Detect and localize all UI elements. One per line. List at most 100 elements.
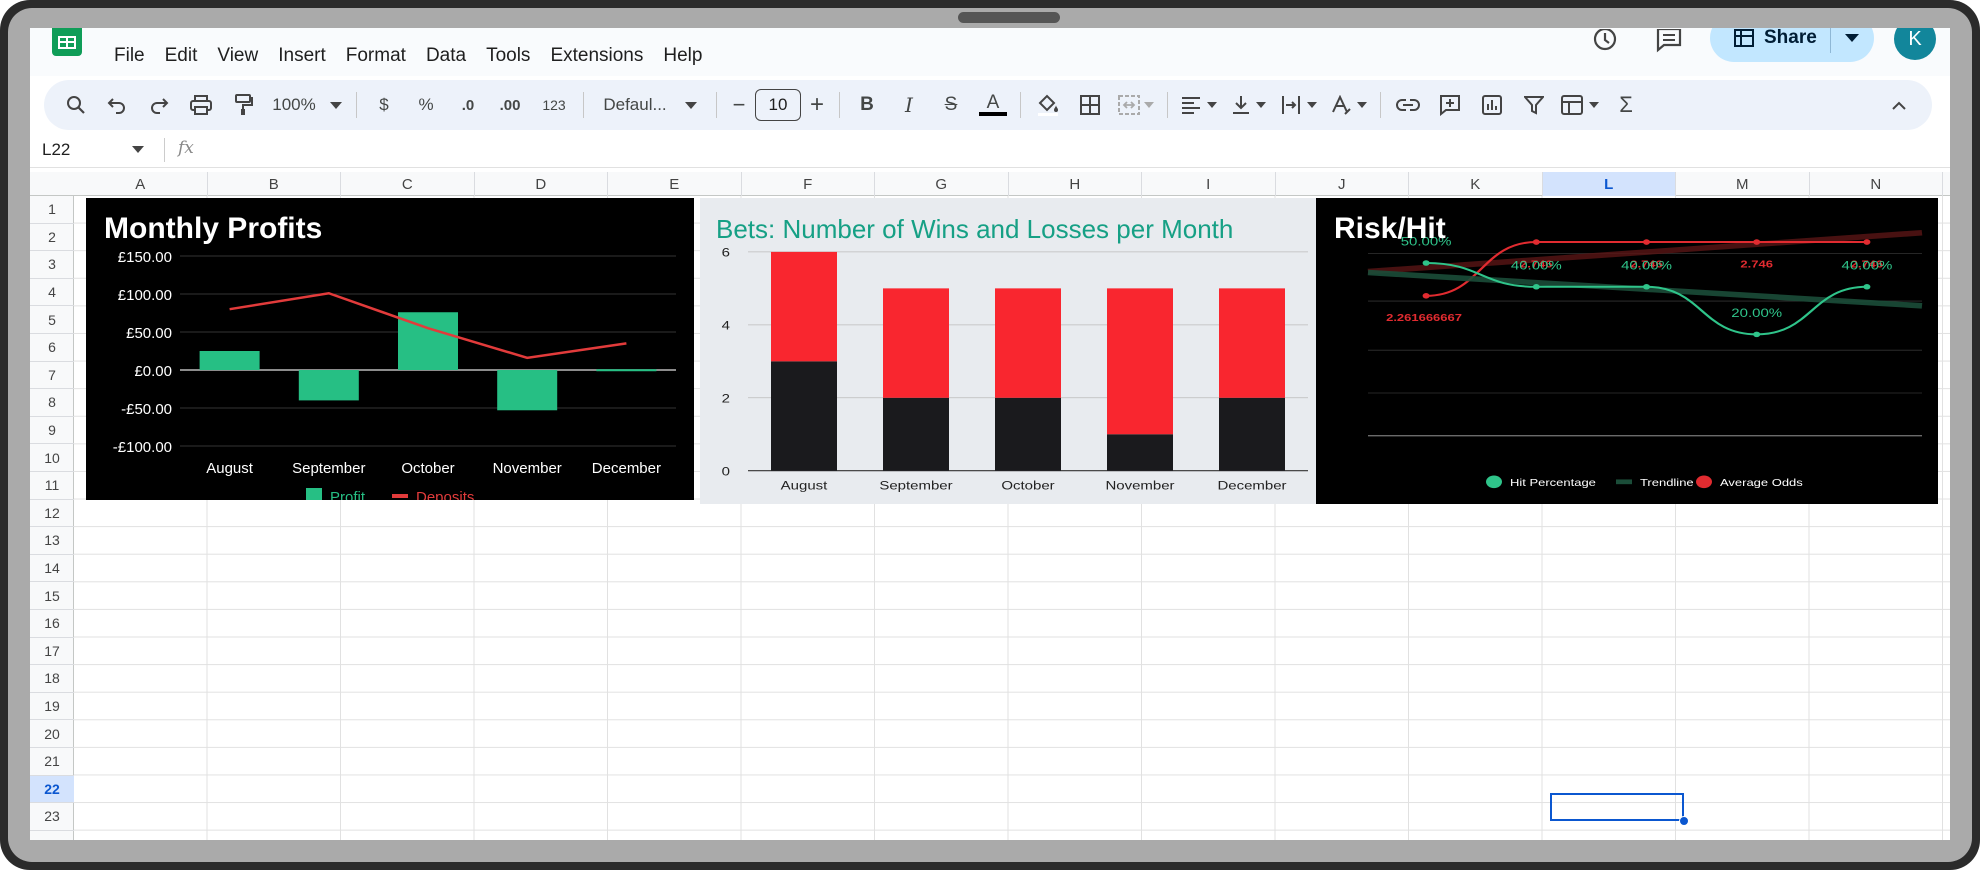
row-header-23[interactable]: 23: [30, 803, 74, 831]
font-size-increase-button[interactable]: +: [801, 87, 833, 123]
row-header-10[interactable]: 10: [30, 444, 74, 472]
row-header-4[interactable]: 4: [30, 279, 74, 307]
print-icon[interactable]: [180, 87, 222, 123]
column-header-m[interactable]: M: [1676, 172, 1810, 196]
paint-format-icon[interactable]: [222, 87, 264, 123]
y-tick-label: -£50.00: [121, 401, 172, 418]
insert-link-icon[interactable]: [1387, 87, 1429, 123]
row-header-13[interactable]: 13: [30, 527, 74, 555]
search-menus-icon[interactable]: [56, 87, 96, 123]
column-header-n[interactable]: N: [1810, 172, 1943, 196]
horizontal-align-icon[interactable]: [1174, 87, 1224, 123]
currency-format-button[interactable]: $: [363, 87, 405, 123]
bold-button[interactable]: B: [846, 87, 888, 123]
strikethrough-button[interactable]: S: [930, 87, 972, 123]
row-header-3[interactable]: 3: [30, 251, 74, 279]
text-color-button[interactable]: A: [972, 87, 1014, 123]
collapse-toolbar-icon[interactable]: [1876, 87, 1922, 123]
column-header-g[interactable]: G: [875, 172, 1009, 196]
monthly-profits-chart[interactable]: Monthly Profits £150.00 £100.00 £50.00 £0.0…: [86, 198, 694, 500]
font-size-decrease-button[interactable]: −: [723, 87, 755, 123]
comment-icon[interactable]: [1652, 28, 1686, 54]
menu-data[interactable]: Data: [416, 44, 476, 68]
row-header-12[interactable]: 12: [30, 500, 74, 528]
row-header-11[interactable]: 11: [30, 472, 74, 500]
text-rotation-icon[interactable]: [1324, 87, 1374, 123]
row-header-20[interactable]: 20: [30, 720, 74, 748]
column-header-j[interactable]: J: [1276, 172, 1409, 196]
row-header-1[interactable]: 1: [30, 196, 74, 224]
column-header-e[interactable]: E: [608, 172, 742, 196]
percent-format-button[interactable]: %: [405, 87, 447, 123]
menu-view[interactable]: View: [207, 44, 268, 68]
menu-help[interactable]: Help: [653, 44, 712, 68]
column-header-c[interactable]: C: [341, 172, 475, 196]
menu-extensions[interactable]: Extensions: [540, 44, 653, 68]
font-size-input[interactable]: 10: [755, 89, 801, 121]
column-header-i[interactable]: I: [1142, 172, 1276, 196]
avatar[interactable]: K: [1894, 28, 1936, 60]
row-header-15[interactable]: 15: [30, 582, 74, 610]
row-header-8[interactable]: 8: [30, 389, 74, 417]
share-button[interactable]: Share: [1710, 28, 1874, 62]
chart-title: Bets: Number of Wins and Losses per Mont…: [716, 214, 1234, 244]
filter-icon[interactable]: [1513, 87, 1555, 123]
formula-input[interactable]: [210, 136, 1930, 164]
row-header-6[interactable]: 6: [30, 334, 74, 362]
chevron-down-icon: [329, 101, 342, 109]
text-wrapping-icon[interactable]: [1274, 87, 1324, 123]
row-header-7[interactable]: 7: [30, 362, 74, 390]
row-headers: 1 2 3 4 5 6 7 8 9 10 11 12 13 14 15 16 17 18 19 20 21 22 23: [30, 196, 74, 840]
sheets-logo-icon[interactable]: [52, 28, 82, 56]
font-select[interactable]: Defaul...: [590, 87, 710, 123]
fill-color-icon[interactable]: [1027, 87, 1069, 123]
stack-segment-dark: [771, 361, 837, 471]
row-header-16[interactable]: 16: [30, 610, 74, 638]
increase-decimal-button[interactable]: .00: [489, 87, 531, 123]
menu-edit[interactable]: Edit: [155, 44, 208, 68]
menu-format[interactable]: Format: [336, 44, 416, 68]
column-header-b[interactable]: B: [208, 172, 341, 196]
column-header-l[interactable]: L: [1542, 172, 1676, 196]
redo-icon[interactable]: [138, 87, 180, 123]
row-header-5[interactable]: 5: [30, 306, 74, 334]
legend-trendline-label: Trendline: [1640, 477, 1694, 488]
decrease-decimal-button[interactable]: .0: [447, 87, 489, 123]
column-header-h[interactable]: H: [1009, 172, 1142, 196]
column-header-k[interactable]: K: [1409, 172, 1543, 196]
row-header-22[interactable]: 22: [30, 775, 74, 804]
row-header-9[interactable]: 9: [30, 417, 74, 445]
history-icon[interactable]: [1588, 28, 1622, 54]
menu-tools[interactable]: Tools: [476, 44, 540, 68]
share-dropdown-icon[interactable]: [1831, 28, 1873, 62]
selected-cell-L22[interactable]: [1550, 793, 1684, 821]
chart-title: Monthly Profits: [104, 212, 323, 245]
zoom-select[interactable]: 100%: [264, 87, 350, 123]
column-header-d[interactable]: D: [475, 172, 608, 196]
hit-percentage-point: [1532, 284, 1540, 290]
column-header-f[interactable]: F: [742, 172, 875, 196]
vertical-align-icon[interactable]: [1224, 87, 1274, 123]
column-header-a[interactable]: A: [74, 172, 208, 196]
menu-insert[interactable]: Insert: [268, 44, 336, 68]
menu-file[interactable]: File: [104, 44, 155, 68]
row-header-17[interactable]: 17: [30, 638, 74, 666]
more-formats-button[interactable]: 123: [531, 87, 577, 123]
insert-comment-icon[interactable]: [1429, 87, 1471, 123]
x-tick-label: October: [1001, 479, 1055, 492]
bets-chart[interactable]: Bets: Number of Wins and Losses per Mont…: [700, 198, 1320, 504]
insert-chart-icon[interactable]: [1471, 87, 1513, 123]
functions-icon[interactable]: Σ: [1605, 87, 1647, 123]
row-header-2[interactable]: 2: [30, 224, 74, 252]
row-header-19[interactable]: 19: [30, 693, 74, 721]
borders-icon[interactable]: [1069, 87, 1111, 123]
chevron-down-icon[interactable]: [130, 140, 146, 158]
risk-hit-chart[interactable]: Risk/Hit 2.261666667 2.746 2.746 2.746 2.746…: [1316, 198, 1938, 504]
undo-icon[interactable]: [96, 87, 138, 123]
row-header-14[interactable]: 14: [30, 555, 74, 583]
row-header-21[interactable]: 21: [30, 748, 74, 776]
italic-button[interactable]: I: [888, 87, 930, 123]
fill-handle[interactable]: [1679, 816, 1689, 826]
row-header-18[interactable]: 18: [30, 665, 74, 693]
filter-views-icon[interactable]: [1555, 87, 1605, 123]
